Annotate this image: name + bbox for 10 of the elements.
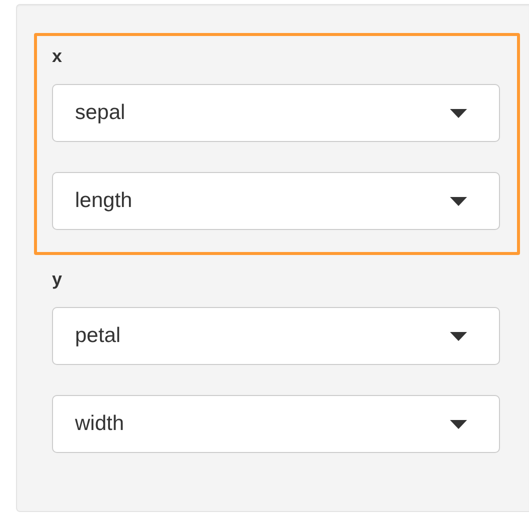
dropdown[interactable]: sepal	[52, 84, 500, 142]
dropdown[interactable]: petal	[52, 307, 500, 365]
caret-icon	[450, 196, 467, 206]
dropdown[interactable]: width	[52, 395, 500, 453]
field-label: x	[52, 46, 64, 66]
field-label: y	[52, 269, 64, 289]
caret-icon	[450, 332, 467, 340]
dropdown[interactable]: length	[52, 172, 500, 230]
caret-icon	[450, 108, 467, 118]
caret-icon	[450, 420, 467, 428]
